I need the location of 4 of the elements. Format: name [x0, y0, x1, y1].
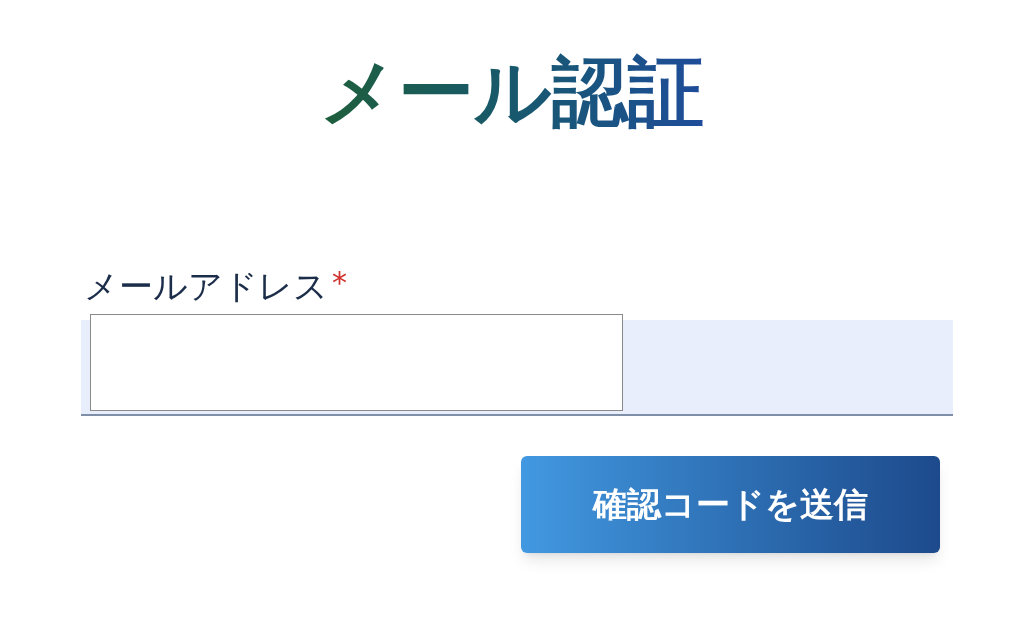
- field-label: メールアドレス: [84, 266, 328, 306]
- required-mark: *: [332, 266, 347, 300]
- text-input[interactable]: [90, 314, 623, 411]
- send-code-button[interactable]: 確認コードを送信: [521, 456, 940, 553]
